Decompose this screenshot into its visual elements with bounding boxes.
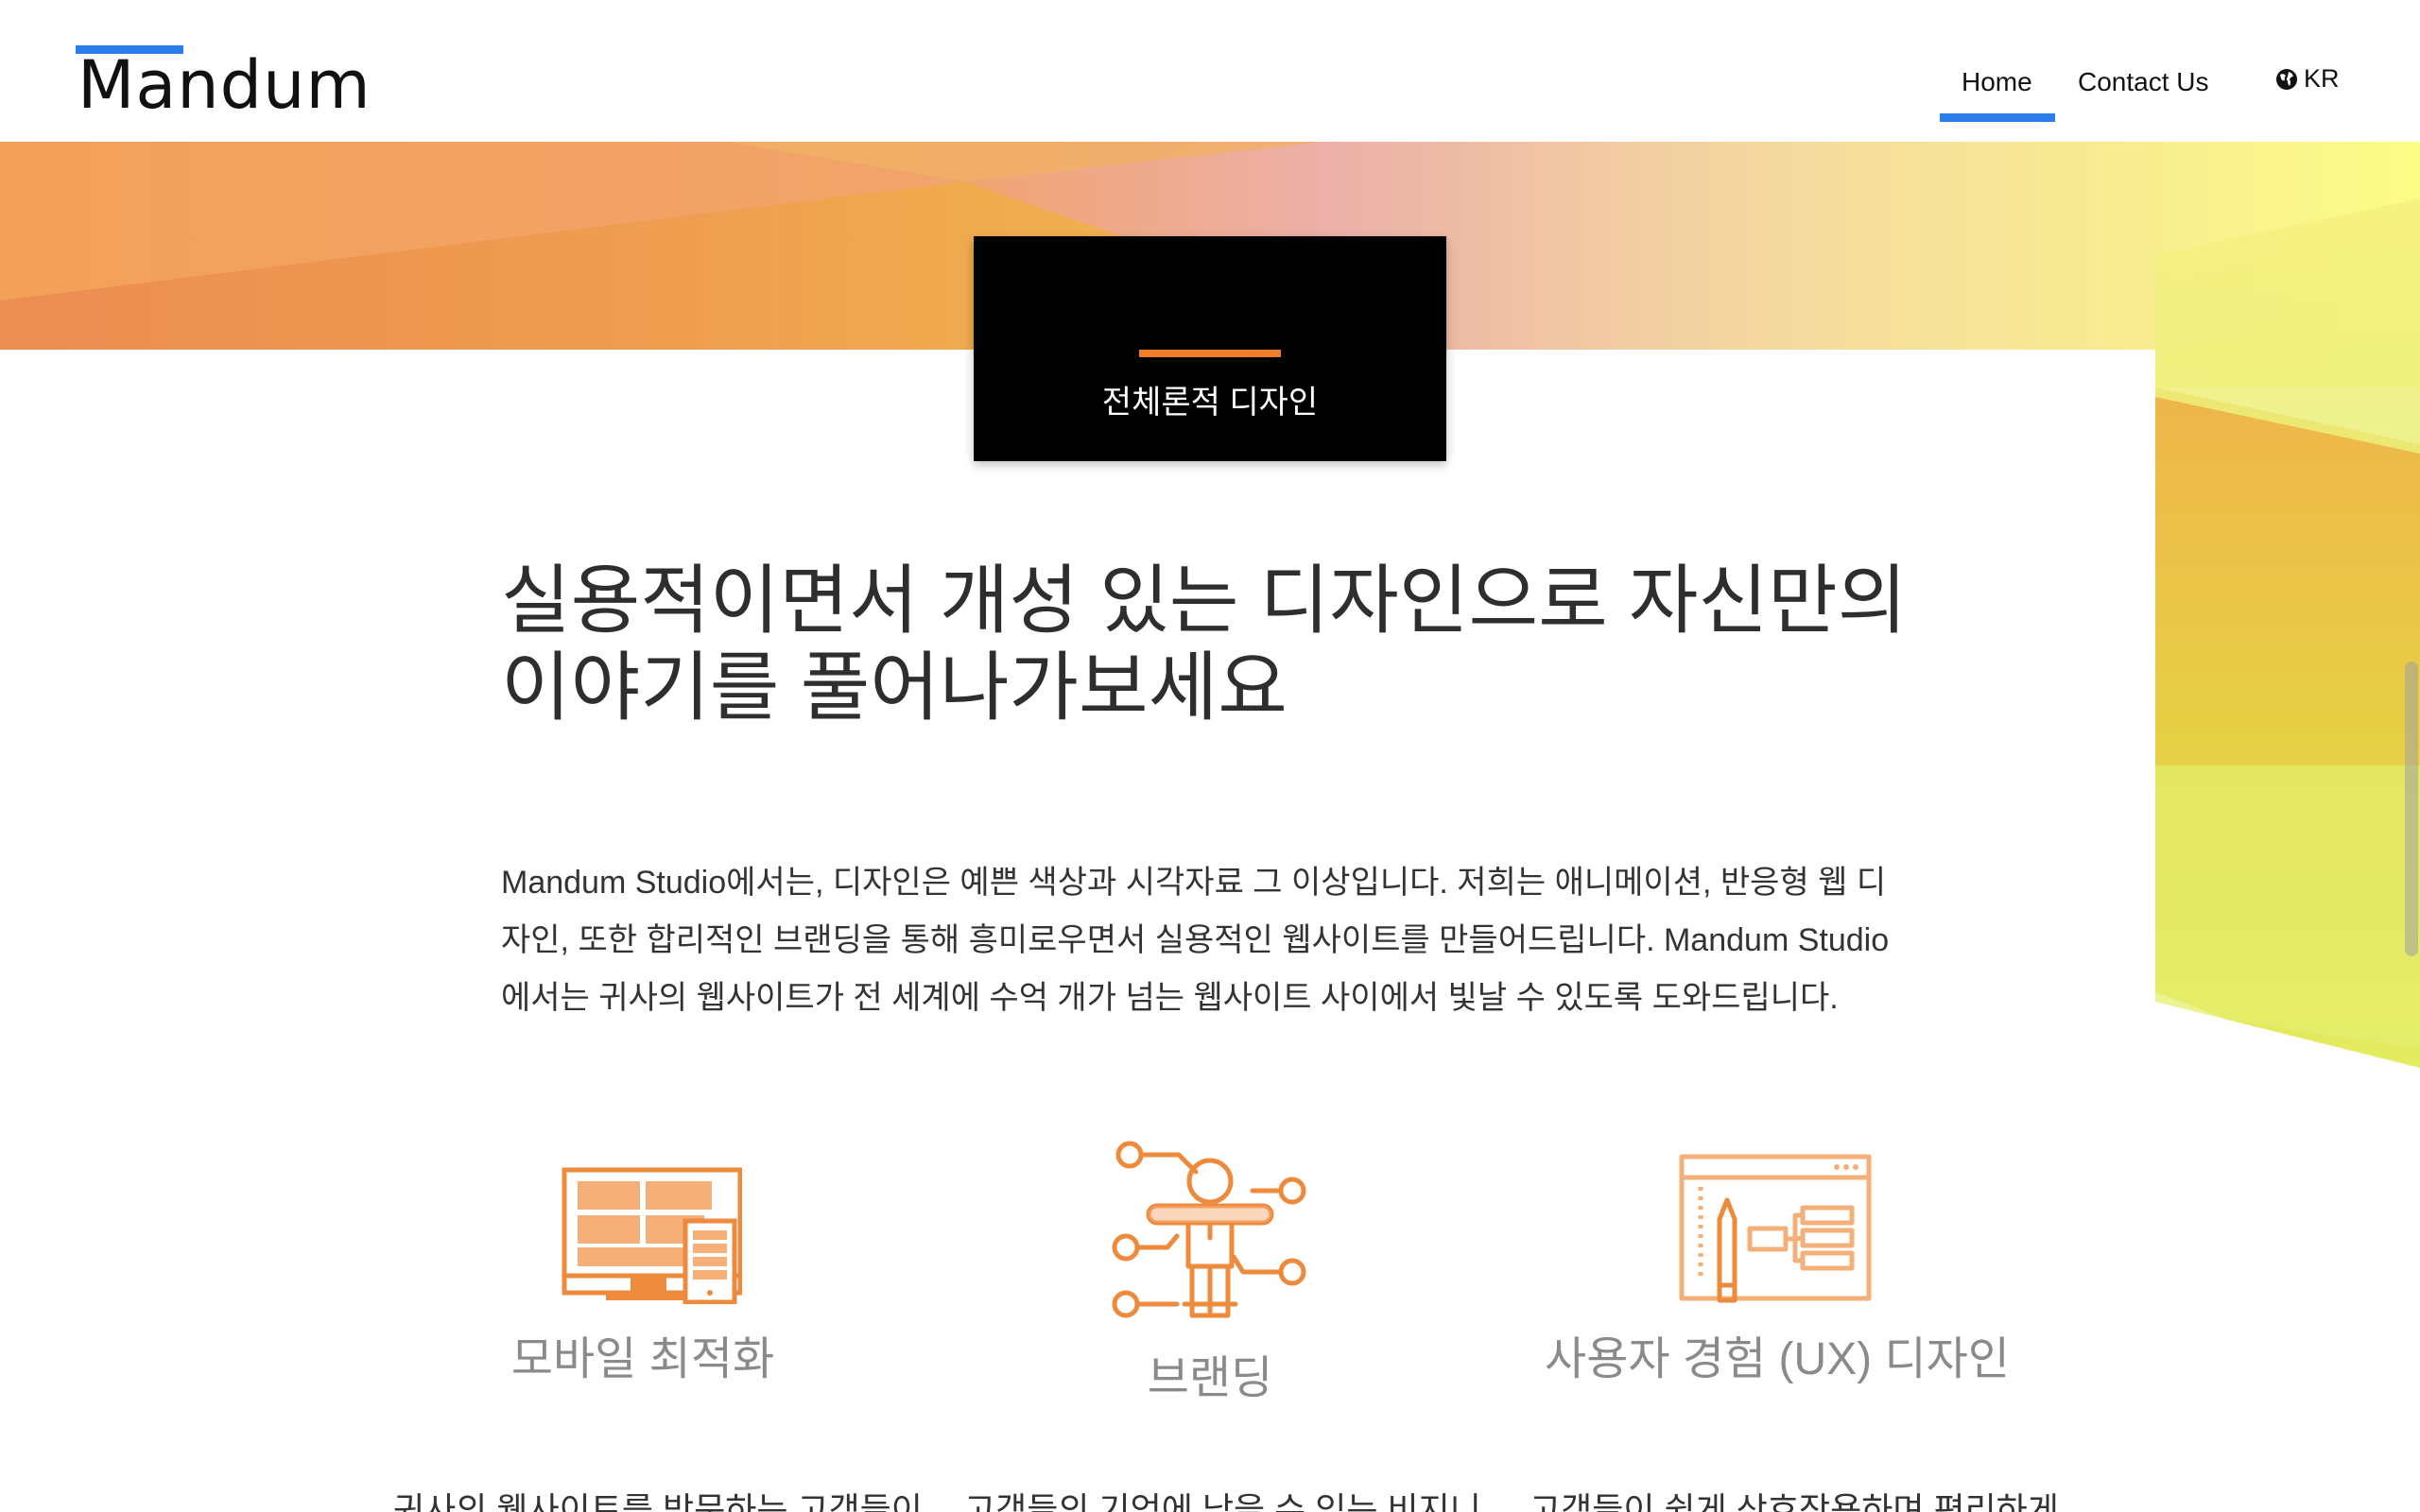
section-badge: 전체론적 디자인 <box>974 236 1446 461</box>
feature-title: 모바일 최적화 <box>510 1334 775 1384</box>
feature-mobile: 모바일 최적화 <box>378 1134 908 1387</box>
intro-paragraph: Mandum Studio에서는, 디자인은 예쁜 색상과 시각자료 그 이상입… <box>501 854 1919 1027</box>
nav-active-indicator <box>1940 113 2055 122</box>
site-logo[interactable]: Mandum <box>78 52 372 118</box>
badge-accent-line <box>1139 350 1281 357</box>
main-content: 실용적이면서 개성 있는 디자인으로 자신만의 이야기를 풀어나가보세요 Man… <box>0 0 2420 1512</box>
feature-branding: 브랜딩 <box>945 1134 1475 1406</box>
site-header: Mandum Home Contact Us KR <box>0 0 2420 142</box>
ux-wireframe-icon <box>1679 1154 1872 1303</box>
feature-desc: 고객들이 쉽게 상호작용하며 편리하게 <box>1530 1490 2059 1512</box>
page-scrollbar[interactable] <box>2405 662 2418 956</box>
globe-icon <box>2276 68 2297 90</box>
page-headline: 실용적이면서 개성 있는 디자인으로 자신만의 이야기를 풀어나가보세요 <box>501 558 1976 731</box>
feature-title: 브랜딩 <box>1147 1353 1273 1403</box>
intro-line-2: 자인, 또한 합리적인 브랜딩을 통해 흥미로우면서 실용적인 웹사이트를 만들… <box>501 922 1890 958</box>
nav-home-link[interactable]: Home <box>1962 66 2032 98</box>
feature-desc: 귀사의 웹사이트를 방문하는 고객들이 <box>393 1490 923 1512</box>
feature-title: 사용자 경험 (UX) 디자인 <box>1545 1334 2010 1384</box>
headline-line-2: 이야기를 풀어나가보세요 <box>501 645 1288 730</box>
language-switcher[interactable]: KR <box>2275 64 2340 94</box>
feature-desc: 고객들의 기억에 남을 수 있는 비지니 <box>964 1490 1481 1512</box>
intro-line-3: 에서는 귀사의 웹사이트가 전 세계에 수억 개가 넘는 웹사이트 사이에서 빛… <box>501 980 1839 1016</box>
badge-label: 전체론적 디자인 <box>1101 385 1319 421</box>
language-label: KR <box>2304 64 2340 93</box>
nav-contact-link[interactable]: Contact Us <box>2078 66 2209 98</box>
headline-line-1: 실용적이면서 개성 있는 디자인으로 자신만의 <box>501 558 1908 643</box>
branding-figure-icon <box>1112 1141 1306 1318</box>
responsive-devices-icon <box>562 1167 742 1304</box>
feature-ux: 사용자 경험 (UX) 디자인 <box>1512 1134 2042 1387</box>
intro-line-1: Mandum Studio에서는, 디자인은 예쁜 색상과 시각자료 그 이상입… <box>501 865 1887 901</box>
